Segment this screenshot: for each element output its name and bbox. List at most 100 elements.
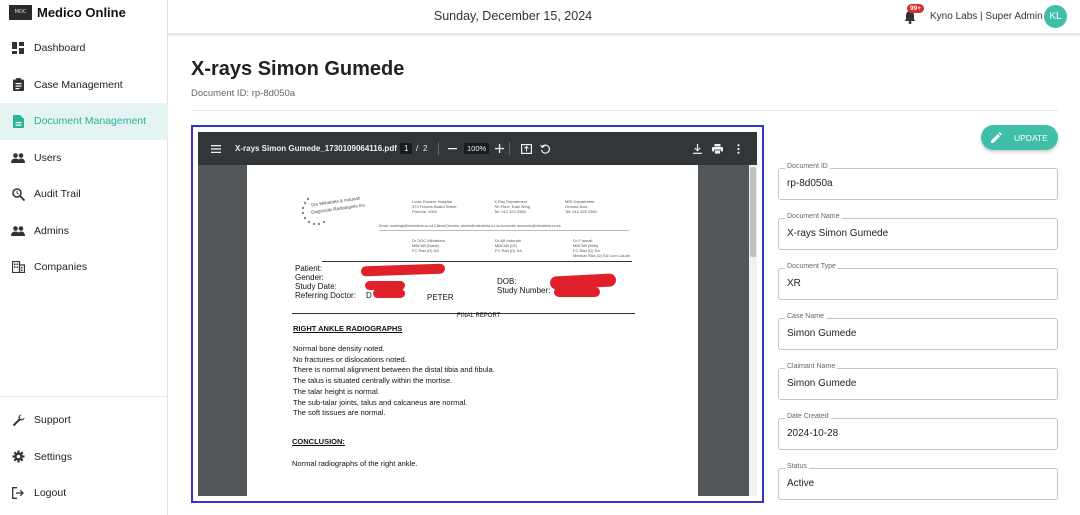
referring-partial-end: PETER — [427, 293, 454, 302]
avatar[interactable]: KL — [1044, 5, 1067, 28]
patient-top-line — [322, 261, 632, 262]
conclusion-text: Normal radiographs of the right ankle. — [292, 459, 418, 468]
hospital-mid: X-Ray Department 7th Floor, East Wing Te… — [494, 199, 530, 214]
sidebar-item-label: Settings — [34, 450, 72, 463]
title-divider — [191, 110, 1058, 111]
sidebar-nav: Dashboard Case Management Document Manag… — [0, 30, 168, 286]
field-label: Claimant Name — [785, 363, 838, 370]
zoom-input[interactable]: 100% — [464, 132, 490, 165]
field-label: Document Type — [785, 263, 838, 270]
zoom-out-icon[interactable] — [448, 132, 457, 165]
date-created-field[interactable]: Date Created 2024-10-28 — [778, 413, 1058, 450]
download-icon[interactable] — [693, 132, 702, 165]
update-button-label: UPDATE — [1014, 132, 1048, 143]
referring-partial-start: D — [366, 291, 372, 300]
dob-labels: DOB: Study Number: — [497, 277, 550, 295]
document-id-field[interactable]: Document ID rp-8d050a — [778, 163, 1058, 200]
sidebar-item-label: Users — [34, 151, 62, 164]
sidebar-item-label: Support — [34, 414, 71, 427]
zoom-level: 100% — [464, 143, 490, 154]
sidebar-bottom-nav: Support Settings Logout — [0, 402, 168, 512]
sidebar-item-label: Document Management — [34, 115, 147, 128]
findings-list: Normal bone density noted. No fractures … — [293, 344, 495, 419]
edit-icon — [991, 132, 1002, 143]
field-value: Simon Gumede — [787, 328, 857, 339]
print-icon[interactable] — [712, 132, 723, 165]
sidebar-divider — [0, 396, 168, 397]
sidebar-item-support[interactable]: Support — [0, 402, 168, 439]
sidebar-item-admins[interactable]: Admins — [0, 213, 168, 250]
redaction-mark — [360, 263, 446, 277]
gender-label: Gender: — [295, 273, 324, 282]
clipboard-icon — [11, 78, 25, 92]
doctors-block-3: Dr F Ismail MBChB (Wits) FC Rad (D) SA M… — [573, 238, 630, 258]
field-value: Active — [787, 478, 815, 489]
doctors-block-1: Dr DOC Mkhabela MBChB (Natal) FC Rad (D)… — [412, 238, 445, 253]
pdf-scrollbar-thumb[interactable] — [750, 167, 756, 257]
rotate-icon[interactable] — [540, 132, 550, 165]
zoom-in-icon[interactable] — [495, 132, 504, 165]
finding-line: There is normal alignment between the di… — [293, 365, 495, 375]
page-number-input[interactable]: 1 — [400, 132, 413, 165]
sidebar-item-label: Admins — [34, 224, 70, 237]
address-line: Tel: 012 320 2980 — [494, 209, 526, 214]
toolbar-divider — [438, 132, 439, 165]
sidebar-item-case-management[interactable]: Case Management — [0, 67, 168, 104]
sidebar-item-audit-trail[interactable]: Audit Trail — [0, 176, 168, 213]
address-line: Tel: 012 320 2980 — [565, 209, 597, 214]
claimant-name-field[interactable]: Claimant Name Simon Gumede — [778, 363, 1058, 400]
document-id-subtitle: Document ID: rp-8d050a — [191, 88, 296, 99]
wrench-icon — [11, 413, 25, 427]
field-label: Date Created — [785, 413, 831, 420]
sidebar-item-settings[interactable]: Settings — [0, 439, 168, 476]
field-value: rp-8d050a — [787, 178, 833, 189]
pdf-canvas[interactable]: Drs Mkhabela & Indunah Diagnostic Radiol… — [198, 165, 757, 496]
sidebar-item-users[interactable]: Users — [0, 140, 168, 177]
sidebar-item-dashboard[interactable]: Dashboard — [0, 30, 168, 67]
update-button[interactable]: UPDATE — [981, 125, 1058, 150]
admins-icon — [11, 224, 25, 238]
finding-line: The soft tissues are normal. — [293, 408, 386, 418]
brand[interactable]: MDC Medico Online — [0, 0, 167, 24]
notification-badge: 99+ — [907, 4, 925, 13]
sidebar-item-label: Case Management — [34, 78, 123, 91]
menu-icon[interactable] — [211, 132, 221, 165]
hospital-left: Louis Pasteur Hospital 374 Francis Baard… — [412, 199, 456, 214]
pdf-filename: X-rays Simon Gumede_1730109064116.pdf — [235, 144, 397, 153]
document-name-field[interactable]: Document Name X-rays Simon Gumede — [778, 213, 1058, 250]
section-title: RIGHT ANKLE RADIOGRAPHS — [293, 324, 403, 333]
sidebar-item-logout[interactable]: Logout — [0, 475, 168, 512]
doctor-line: FC Rad (D) SA — [495, 248, 522, 253]
users-icon — [11, 151, 25, 165]
document-type-field[interactable]: Document Type XR — [778, 263, 1058, 300]
page-title: X-rays Simon Gumede — [191, 58, 405, 80]
letterhead-divider — [379, 230, 629, 231]
search-history-icon — [11, 187, 25, 201]
email-line: Email: bookings@mkhabela.co.za Clients/Q… — [379, 224, 561, 228]
doctor-line: FC Rad (D) SA — [412, 248, 439, 253]
redaction-mark — [373, 289, 405, 298]
practice-logo: Drs Mkhabela & Indunah Diagnostic Radiol… — [299, 193, 377, 231]
hospital-right: MRI Department Ground floor Tel: 012 320… — [565, 199, 597, 214]
more-options-icon[interactable] — [737, 132, 740, 165]
study-number-label: Study Number: — [497, 286, 551, 295]
toolbar-divider — [509, 132, 510, 165]
case-name-field[interactable]: Case Name Simon Gumede — [778, 313, 1058, 350]
pdf-page: Drs Mkhabela & Indunah Diagnostic Radiol… — [247, 165, 698, 496]
top-header: Sunday, December 15, 2024 99+ Kyno Labs … — [168, 0, 1080, 35]
user-label: Kyno Labs | Super Admin — [930, 11, 1043, 22]
sidebar-item-companies[interactable]: Companies — [0, 249, 168, 286]
dob-label: DOB: — [497, 277, 517, 286]
sidebar-item-document-management[interactable]: Document Management — [0, 103, 168, 140]
current-page: 1 — [400, 143, 413, 154]
status-field[interactable]: Status Active — [778, 463, 1058, 500]
fit-page-icon[interactable] — [521, 132, 532, 165]
sidebar-item-label: Companies — [34, 261, 88, 274]
final-report-label: FINAL REPORT — [457, 313, 501, 319]
total-pages: 2 — [423, 144, 428, 153]
building-icon — [11, 260, 25, 274]
logout-icon — [11, 486, 25, 500]
doctor-line: Medical Rad (D) SA Cum Laude — [573, 253, 630, 258]
sidebar-item-label: Audit Trail — [34, 188, 81, 201]
field-label: Status — [785, 463, 809, 470]
